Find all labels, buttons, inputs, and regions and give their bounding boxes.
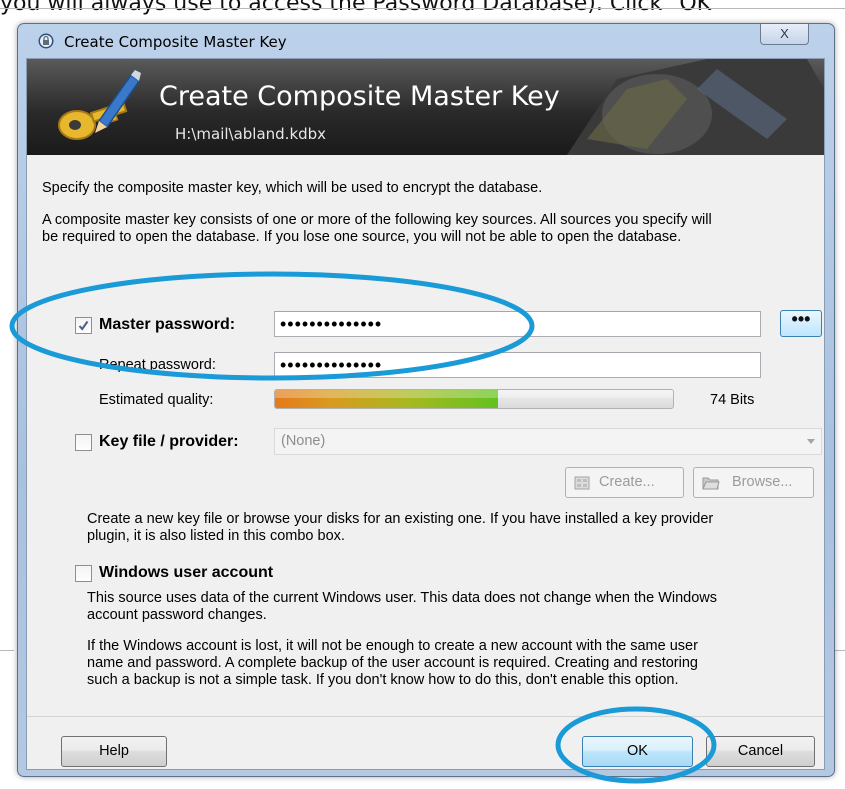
- master-password-input[interactable]: ••••••••••••••: [274, 311, 761, 337]
- quality-meter-gloss: [275, 390, 673, 399]
- quality-meter: [274, 389, 674, 409]
- lock-icon: [38, 33, 54, 49]
- repeat-password-label: Repeat password:: [99, 357, 216, 373]
- windows-account-warning: name and password. A complete backup of …: [87, 655, 698, 671]
- intro-text: Specify the composite master key, which …: [42, 180, 543, 196]
- title-bar[interactable]: Create Composite Master Key X: [18, 24, 834, 58]
- master-password-label: Master password:: [99, 316, 236, 333]
- key-file-label: Key file / provider:: [99, 433, 239, 450]
- background-divider: [834, 650, 845, 651]
- window-title: Create Composite Master Key: [64, 33, 287, 51]
- estimated-quality-label: Estimated quality:: [99, 392, 214, 408]
- key-file-checkbox[interactable]: [75, 434, 92, 451]
- key-file-description: Create a new key file or browse your dis…: [87, 511, 714, 527]
- quality-bits-value: 74 Bits: [710, 392, 755, 408]
- windows-account-checkbox[interactable]: [75, 565, 92, 582]
- background-divider: [0, 650, 14, 651]
- browse-button-label: Browse...: [732, 474, 793, 490]
- key-file-provider-select[interactable]: (None): [274, 428, 822, 455]
- create-button-label: Create...: [599, 474, 655, 490]
- ok-button[interactable]: OK: [582, 736, 693, 767]
- chevron-down-icon: [807, 439, 815, 444]
- key-pencil-icon: [58, 70, 141, 140]
- windows-account-warning: such a backup is not a simple task. If y…: [87, 672, 679, 688]
- intro-description: be required to open the database. If you…: [42, 229, 682, 245]
- key-file-create-icon: [574, 476, 590, 490]
- background-divider: [0, 8, 845, 9]
- create-key-file-button[interactable]: Create...: [565, 467, 684, 498]
- dialog-body: Create Composite Master Key H:\mail\abla…: [26, 58, 825, 770]
- header-banner: Create Composite Master Key H:\mail\abla…: [27, 59, 824, 155]
- database-path: H:\mail\abland.kdbx: [175, 125, 327, 143]
- browse-key-file-button[interactable]: Browse...: [693, 467, 814, 498]
- windows-account-label: Windows user account: [99, 564, 274, 581]
- master-password-checkbox[interactable]: [75, 317, 92, 334]
- windows-account-description: This source uses data of the current Win…: [87, 590, 718, 606]
- banner-title: Create Composite Master Key: [159, 81, 560, 112]
- windows-account-description: account password changes.: [87, 607, 267, 623]
- show-password-button[interactable]: •••: [780, 310, 822, 337]
- help-button[interactable]: Help: [61, 736, 167, 767]
- windows-account-warning: If the Windows account is lost, it will …: [87, 638, 698, 654]
- cancel-button[interactable]: Cancel: [706, 736, 815, 767]
- create-composite-master-key-dialog: Create Composite Master Key X Create Com…: [17, 23, 835, 777]
- repeat-password-input[interactable]: ••••••••••••••: [274, 352, 761, 378]
- key-file-provider-value: (None): [281, 433, 326, 449]
- folder-icon: [702, 477, 720, 490]
- key-file-description: plugin, it is also listed in this combo …: [87, 528, 345, 544]
- close-button[interactable]: X: [760, 24, 809, 45]
- checkmark-icon: [78, 320, 89, 331]
- footer-separator: [27, 716, 824, 717]
- intro-description: A composite master key consists of one o…: [42, 212, 712, 228]
